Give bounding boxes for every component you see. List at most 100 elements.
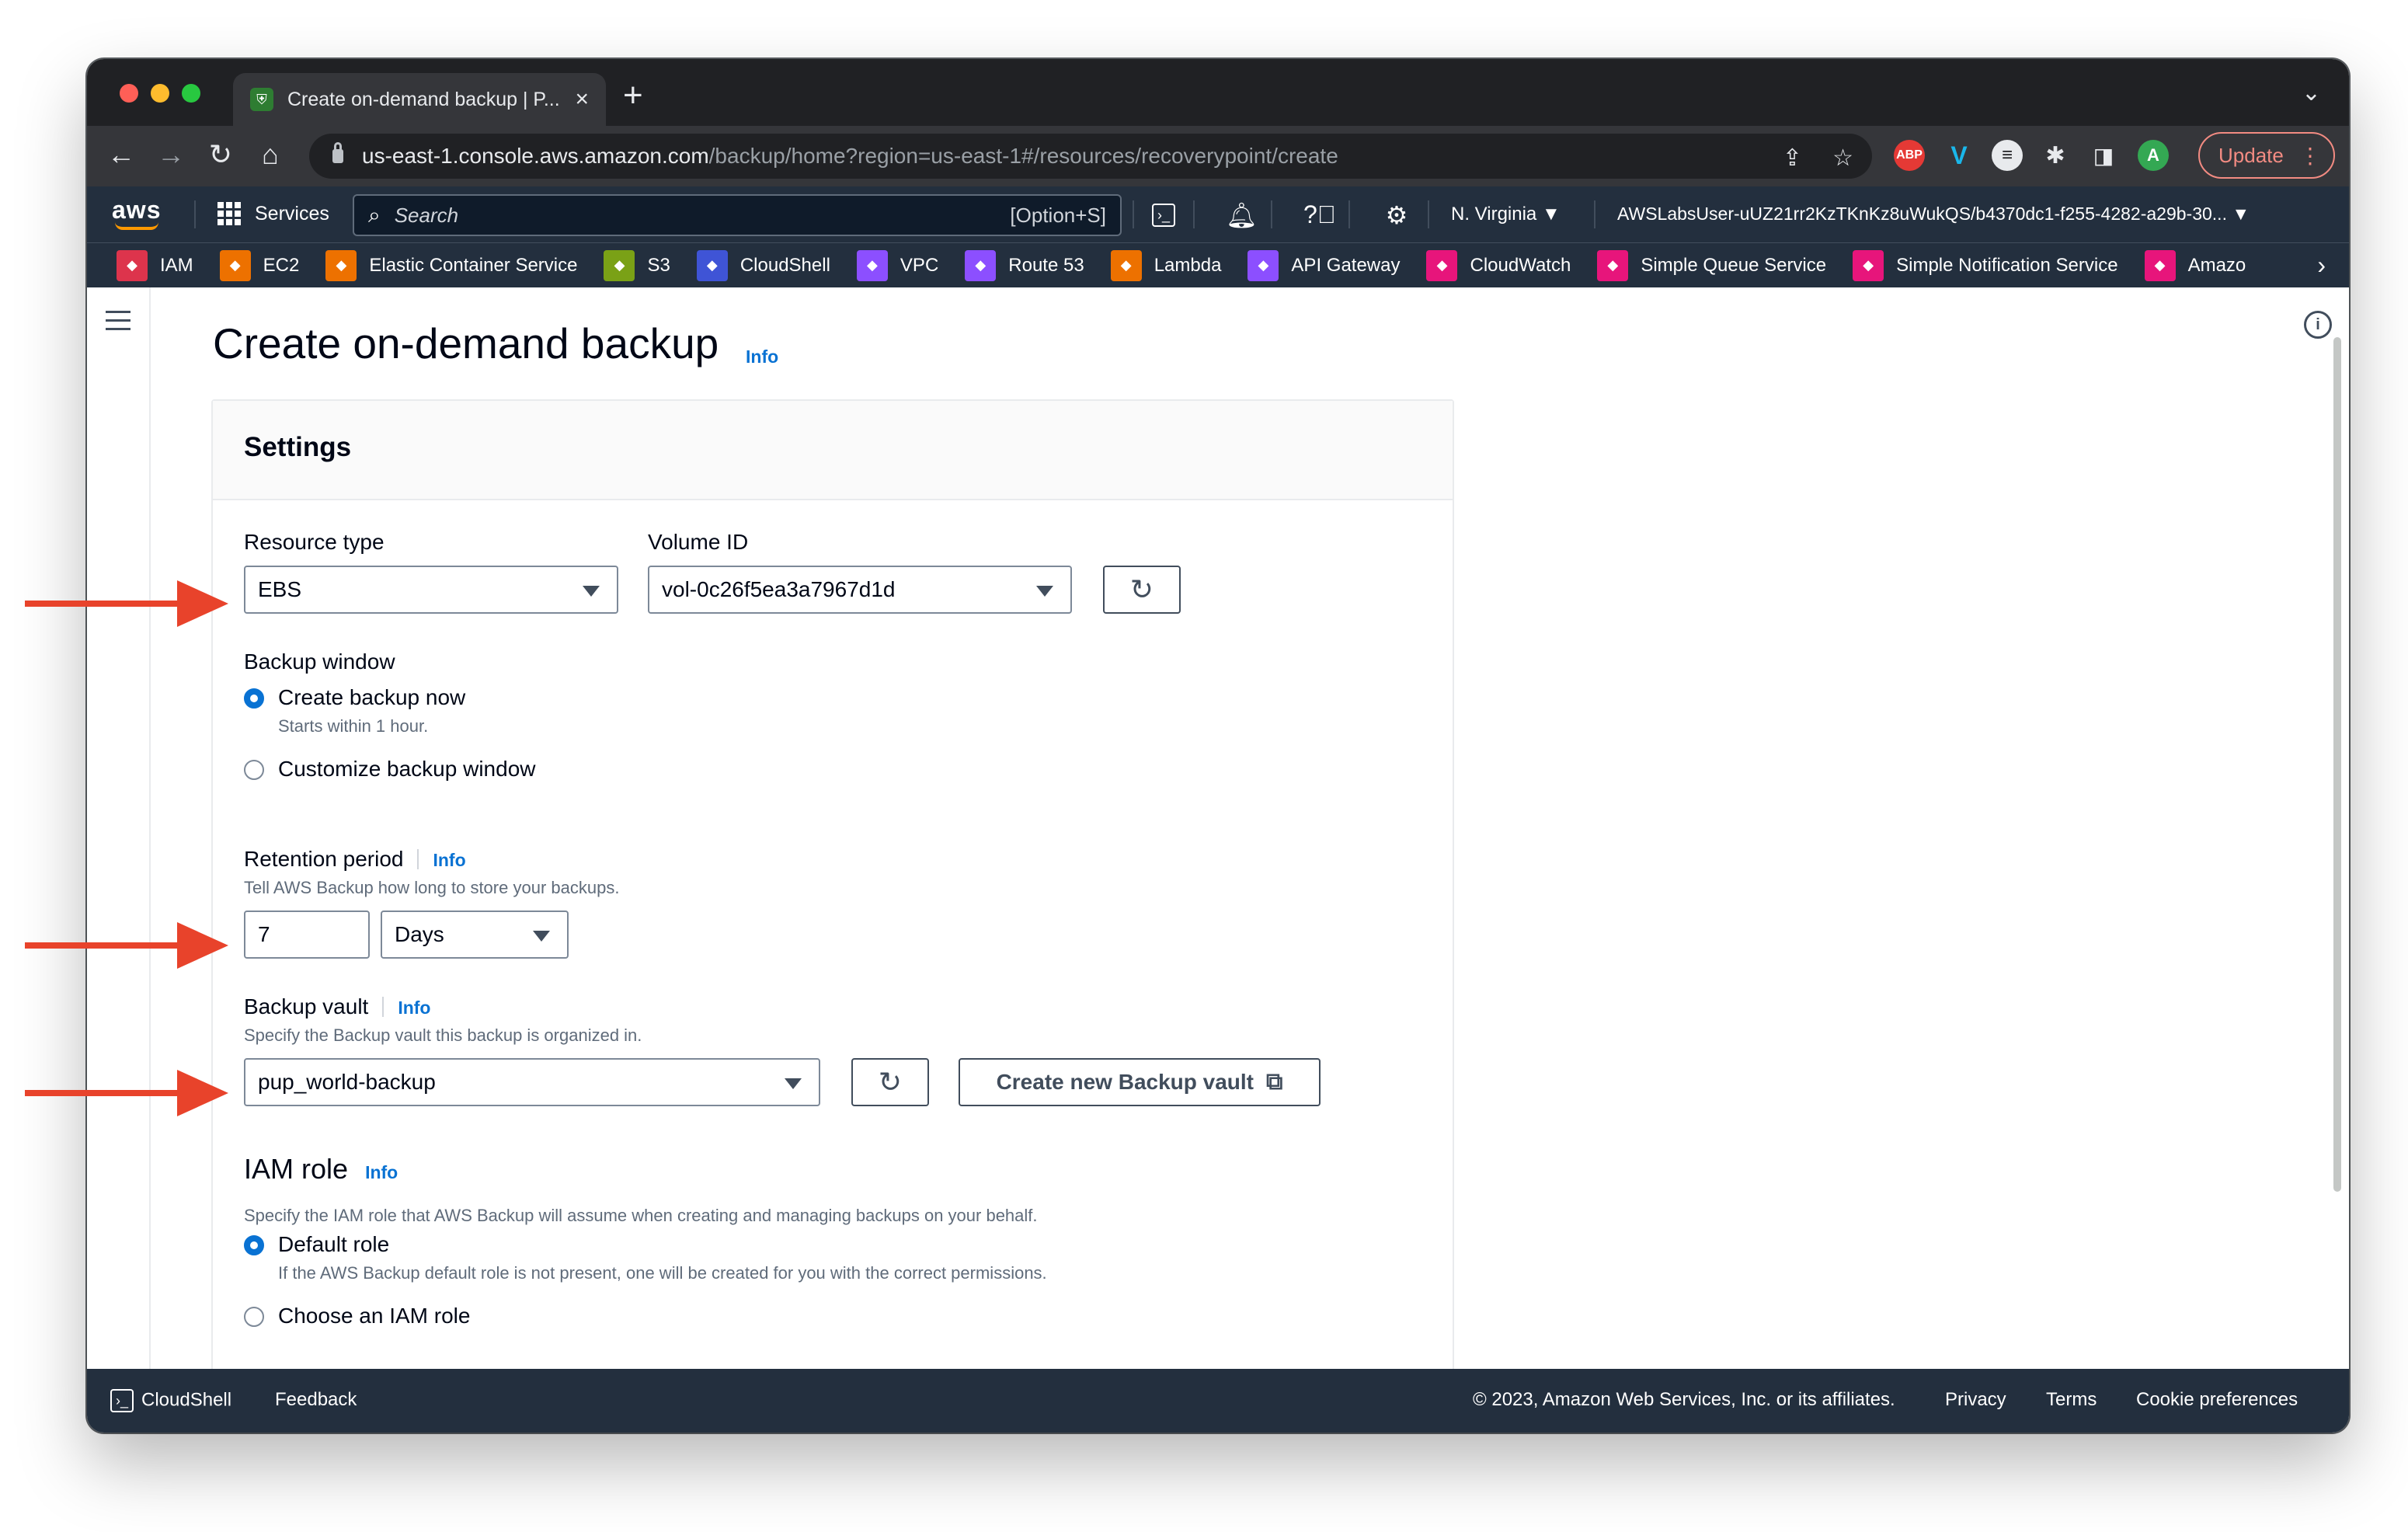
extension-circle-icon[interactable]: ≡ [1992, 140, 2023, 171]
browser-tab[interactable]: ⛨ Create on-demand backup | P... × [233, 73, 606, 126]
service-icon: ◆ [325, 249, 357, 281]
favorite-cloudwatch[interactable]: ◆ CloudWatch [1426, 249, 1571, 281]
retention-info-link[interactable]: Info [433, 850, 465, 870]
home-icon[interactable]: ⌂ [253, 138, 287, 171]
create-backup-now-radio[interactable] [244, 688, 264, 709]
retention-unit-select[interactable]: Days [381, 910, 569, 959]
notifications-bell-icon[interactable]: 🔔︎ [1226, 200, 1258, 230]
back-arrow-icon[interactable]: ← [104, 138, 138, 171]
dropdown-caret-icon [1036, 586, 1053, 597]
minimize-window-button[interactable] [151, 84, 169, 103]
new-tab-icon[interactable]: + [623, 76, 643, 115]
cloudshell-icon: ›_ [110, 1389, 134, 1412]
side-panel-icon[interactable]: ◨ [2088, 140, 2119, 171]
tab-strip: ⛨ Create on-demand backup | P... × + ⌄ [87, 59, 2349, 126]
search-shortcut: [Option+S] [1010, 203, 1106, 227]
update-button[interactable]: Update ⋮ [2198, 132, 2335, 179]
footer-cloudshell-label: CloudShell [141, 1389, 232, 1411]
backup-vault-select[interactable]: pup_world-backup [244, 1058, 820, 1106]
vimeo-extension-icon[interactable]: V [1943, 140, 1975, 171]
page-title-info-link[interactable]: Info [746, 346, 778, 367]
iam-role-text: IAM role [244, 1153, 349, 1185]
share-icon[interactable]: ⇪ [1783, 144, 1802, 172]
services-menu[interactable]: Services [217, 202, 329, 225]
favorite-cloudshell[interactable]: ◆ CloudShell [696, 249, 830, 281]
footer-cloudshell-link[interactable]: ›_ CloudShell [110, 1389, 231, 1412]
retention-value: 7 [258, 922, 270, 946]
favorite-simple-queue-service[interactable]: ◆ Simple Queue Service [1597, 249, 1826, 281]
create-backup-now-label[interactable]: Create backup now [278, 685, 465, 710]
favorite-lambda[interactable]: ◆ Lambda [1110, 249, 1221, 281]
footer-cookie-preferences-link[interactable]: Cookie preferences [2136, 1389, 2298, 1411]
tab-search-chevron-icon[interactable]: ⌄ [2302, 79, 2321, 106]
vertical-scrollbar[interactable] [2333, 337, 2341, 1192]
tab-close-icon[interactable]: × [575, 86, 589, 113]
refresh-volumes-button[interactable]: ↻ [1103, 566, 1181, 614]
volume-id-select[interactable]: vol-0c26f5ea3a7967d1d [648, 566, 1072, 614]
reload-icon[interactable]: ↻ [204, 138, 238, 171]
default-role-description: If the AWS Backup default role is not pr… [278, 1263, 1047, 1283]
default-role-label[interactable]: Default role [278, 1232, 389, 1257]
address-bar[interactable]: us-east-1.console.aws.amazon.com/backup/… [309, 134, 1872, 179]
favorites-scroll-right-icon[interactable]: › [2317, 251, 2326, 280]
region-selector[interactable]: N. Virginia ▼ [1451, 204, 1561, 225]
info-panel-icon[interactable]: i [2304, 311, 2332, 339]
favorite-label: Elastic Container Service [369, 254, 578, 276]
adblock-extension-icon[interactable]: ABP [1894, 140, 1925, 171]
refresh-vaults-button[interactable]: ↻ [851, 1058, 929, 1106]
choose-iam-role-radio[interactable] [244, 1307, 264, 1327]
create-new-vault-button[interactable]: Create new Backup vault ⧉ [959, 1058, 1321, 1106]
resource-type-select[interactable]: EBS [244, 566, 618, 614]
footer-privacy-link[interactable]: Privacy [1945, 1389, 2006, 1411]
aws-logo[interactable]: aws [112, 196, 161, 225]
console-search-input[interactable]: ⌕ Search [Option+S] [353, 194, 1122, 236]
nav-divider [1348, 200, 1350, 228]
menu-hamburger-icon[interactable] [106, 311, 130, 336]
footer-terms-link[interactable]: Terms [2046, 1389, 2097, 1411]
grid-icon [217, 202, 241, 225]
help-icon[interactable]: ?⃝ [1303, 200, 1336, 229]
favorite-api-gateway[interactable]: ◆ API Gateway [1247, 249, 1400, 281]
nav-divider [1193, 200, 1195, 228]
update-label: Update [2218, 143, 2284, 167]
cloudshell-icon[interactable]: ›_ [1148, 202, 1179, 228]
footer-feedback-link[interactable]: Feedback [275, 1389, 357, 1411]
customize-window-label[interactable]: Customize backup window [278, 757, 536, 782]
vault-info-link[interactable]: Info [398, 998, 430, 1018]
extensions-puzzle-icon[interactable]: ✱ [2040, 140, 2071, 171]
favorite-ec2[interactable]: ◆ EC2 [219, 249, 299, 281]
aws-top-nav: aws Services ⌕ Search [Option+S] ›_ 🔔︎ ?… [87, 186, 2349, 242]
favorite-s3[interactable]: ◆ S3 [604, 249, 670, 281]
favorite-label: Route 53 [1008, 254, 1084, 276]
iam-info-link[interactable]: Info [365, 1162, 398, 1182]
main-content: i Create on-demand backup Info Settings … [87, 287, 2349, 1409]
maximize-window-button[interactable] [182, 84, 200, 103]
favorite-simple-notification-service[interactable]: ◆ Simple Notification Service [1853, 249, 2118, 281]
choose-iam-role-label[interactable]: Choose an IAM role [278, 1304, 470, 1328]
customize-window-radio[interactable] [244, 760, 264, 780]
tab-title: Create on-demand backup | P... [287, 88, 560, 110]
info-divider [417, 849, 419, 869]
console-footer: ›_ CloudShell Feedback © 2023, Amazon Web… [87, 1369, 2349, 1433]
forward-arrow-icon[interactable]: → [154, 138, 188, 171]
backup-vault-text: Backup vault [244, 994, 369, 1018]
favorite-elastic-container-service[interactable]: ◆ Elastic Container Service [325, 249, 578, 281]
service-icon: ◆ [1247, 249, 1279, 281]
favorite-label: IAM [160, 254, 193, 276]
favorite-vpc[interactable]: ◆ VPC [856, 249, 938, 281]
close-window-button[interactable] [120, 84, 138, 103]
favorite-route-53[interactable]: ◆ Route 53 [965, 249, 1084, 281]
favorite-label: CloudWatch [1470, 254, 1571, 276]
bookmark-star-icon[interactable]: ☆ [1832, 144, 1853, 172]
favorite-amazo[interactable]: ◆ Amazo [2144, 249, 2246, 281]
retention-period-label: Retention period Info [244, 847, 466, 872]
dropdown-caret-icon [785, 1078, 802, 1089]
retention-value-input[interactable]: 7 [244, 910, 370, 959]
favorite-iam[interactable]: ◆ IAM [117, 249, 193, 281]
refresh-icon: ↻ [878, 1066, 903, 1098]
settings-gear-icon[interactable]: ⚙ [1381, 200, 1412, 230]
account-menu[interactable]: AWSLabsUser-uUZ21rr2KzTKnKz8uWukQS/b4370… [1617, 204, 2250, 225]
iam-role-description: Specify the IAM role that AWS Backup wil… [244, 1206, 1038, 1225]
profile-avatar[interactable]: A [2138, 140, 2169, 171]
default-role-radio[interactable] [244, 1235, 264, 1255]
